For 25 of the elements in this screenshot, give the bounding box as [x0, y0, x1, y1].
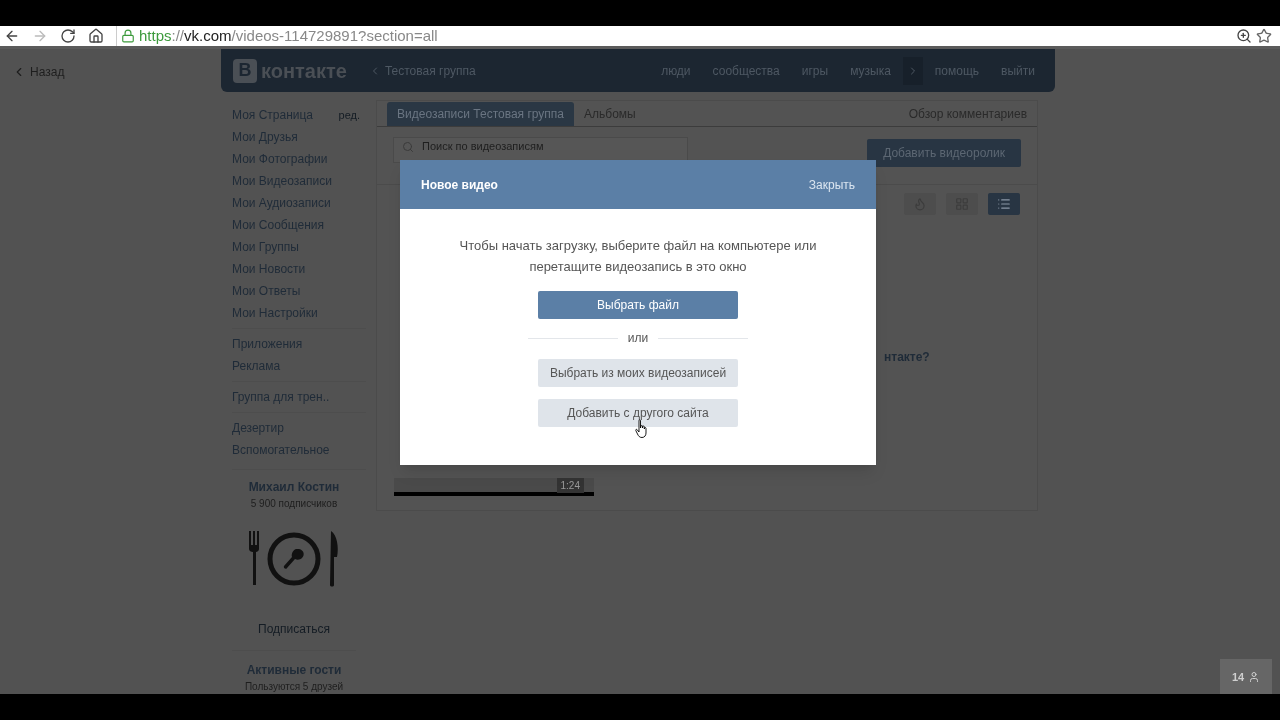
video-duration: 1:24: [556, 478, 584, 494]
view-toggle[interactable]: [988, 193, 1020, 216]
separator-text: или: [627, 330, 649, 348]
lock-icon: [121, 28, 135, 43]
secondary-button[interactable]: Добавить с другого сайта: [538, 399, 738, 428]
modal-title: Новое видео: [421, 176, 498, 194]
video-thumbnail[interactable]: 1:24: [394, 478, 594, 497]
address-bar[interactable]: https://vk.com/videos-114729891?section=all: [116, 25, 1272, 46]
tab[interactable]: Видеозаписи Тестовая группа: [387, 102, 575, 127]
list-icon: [997, 197, 1011, 212]
modal-message: Чтобы начать загрузку, выберите файл на компьютере или перетащите видеозапись в это окно: [458, 237, 818, 277]
choose-file-button[interactable]: Выбрать файл: [538, 291, 738, 320]
close-link[interactable]: Закрыть: [808, 175, 855, 194]
plate-cutlery-icon: [247, 531, 341, 588]
secondary-button[interactable]: Выбрать из моих видеозаписей: [538, 359, 738, 388]
home-icon[interactable]: [88, 27, 104, 44]
search-icon: [402, 141, 414, 154]
url-text: https://vk.com/videos-114729891?section=all: [139, 28, 438, 44]
online-friends-badge[interactable]: 14: [1220, 659, 1272, 695]
bookmark-star-icon[interactable]: [1256, 27, 1272, 44]
subscribe-button[interactable]: Подписаться: [258, 620, 330, 639]
hand-cursor-icon: [635, 419, 649, 440]
reload-icon[interactable]: [60, 27, 76, 44]
zoom-icon[interactable]: [1236, 27, 1252, 44]
edit-link[interactable]: ред.: [338, 107, 360, 124]
